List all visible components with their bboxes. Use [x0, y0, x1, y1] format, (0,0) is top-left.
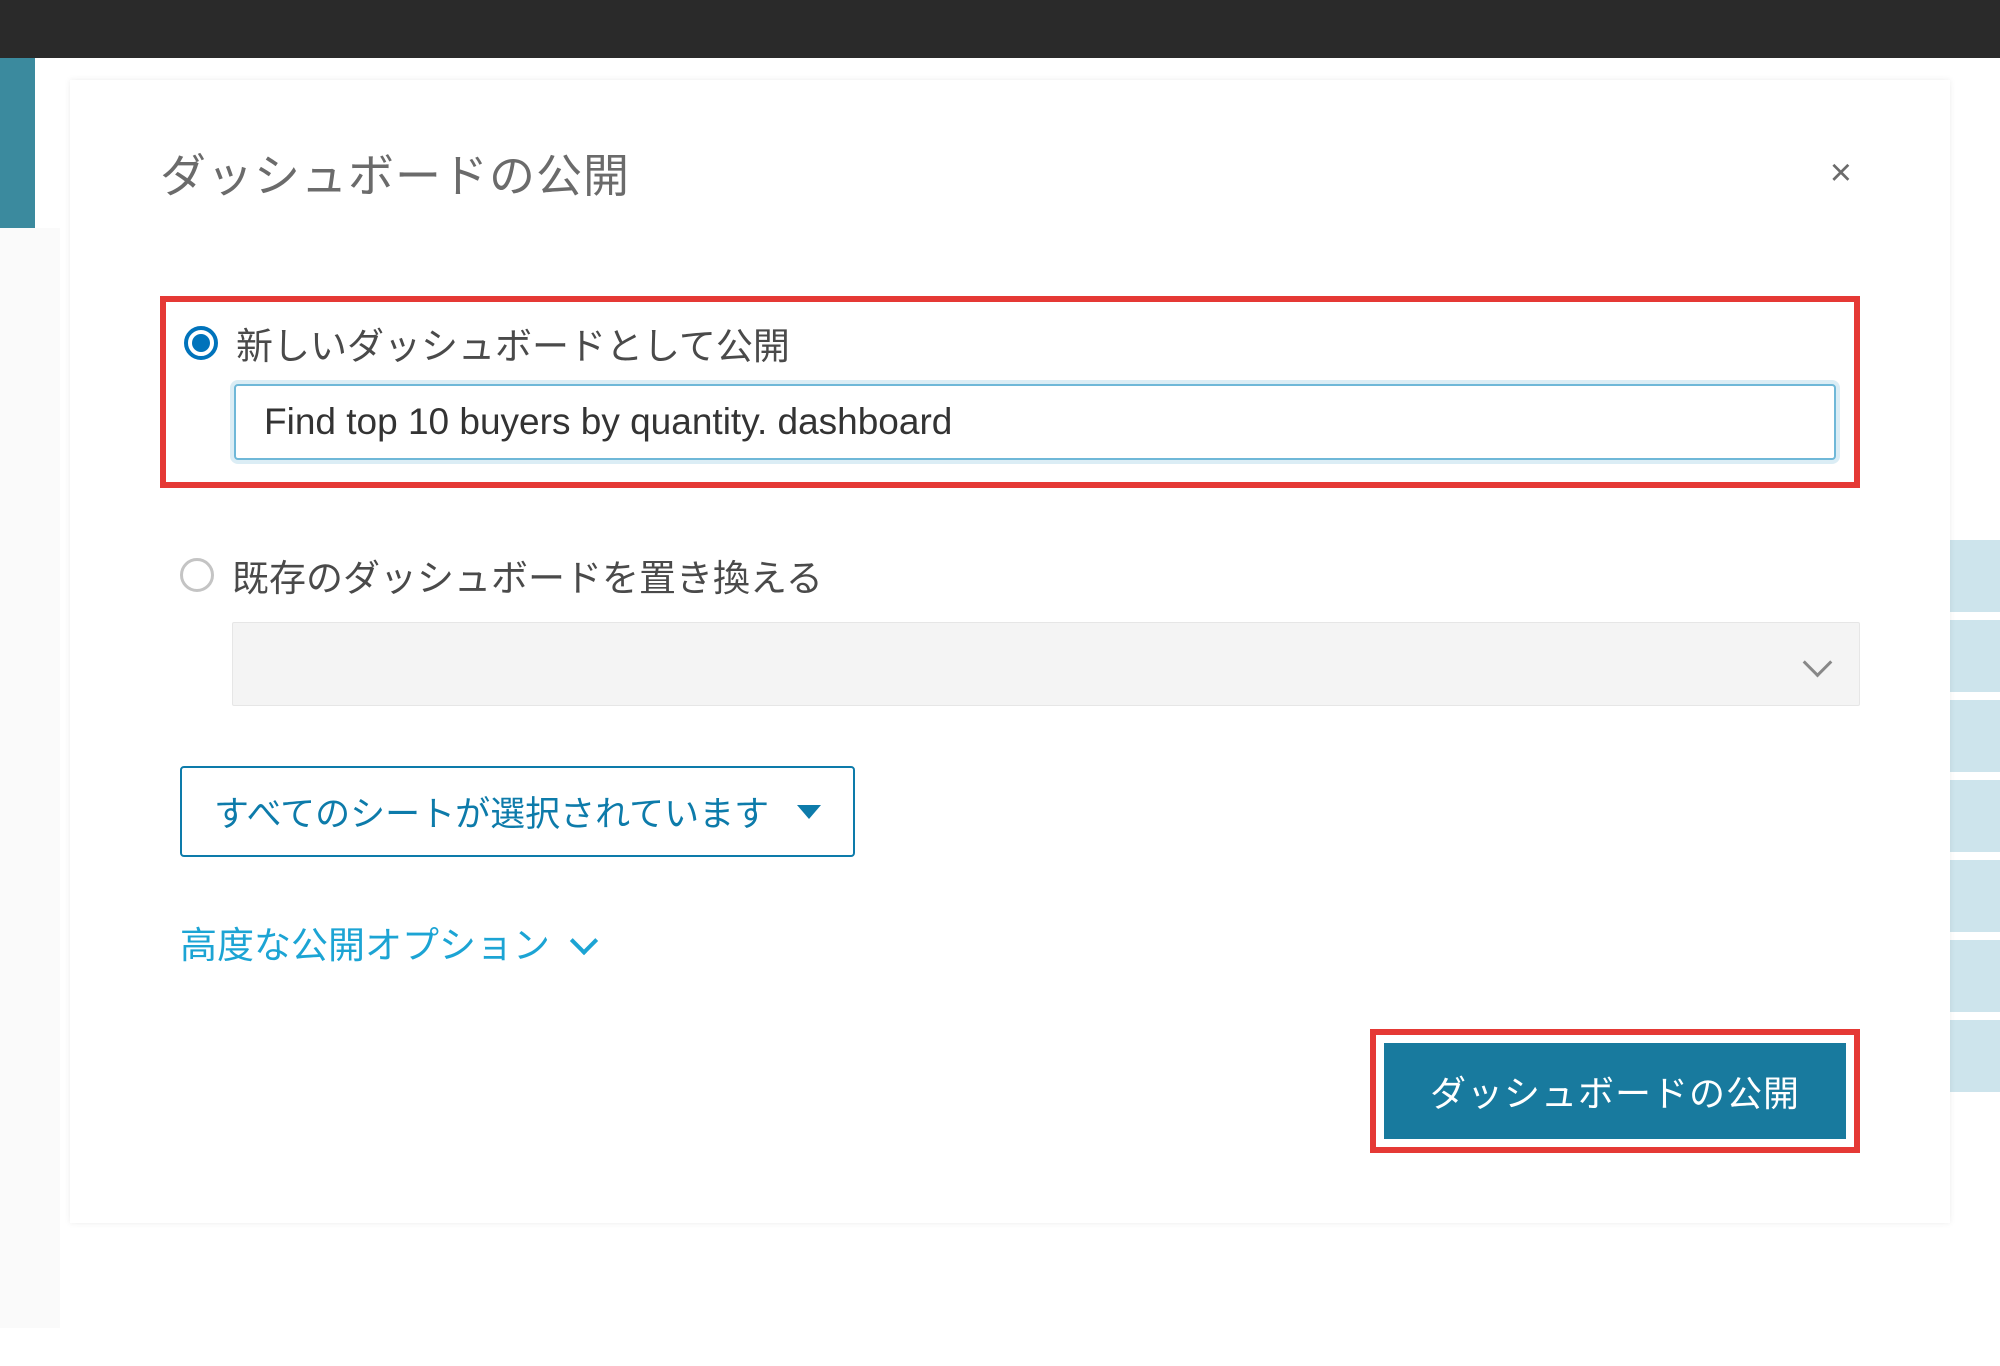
replace-dashboard-select[interactable] — [232, 622, 1860, 706]
modal-backdrop: ダッシュボードの公開 × 新しいダッシュボードとして公開 既存のダッシュボードを… — [0, 0, 2000, 1366]
close-icon[interactable]: × — [1822, 150, 1860, 196]
publish-dashboard-button[interactable]: ダッシュボードの公開 — [1384, 1043, 1846, 1139]
sheets-selection-dropdown[interactable]: すべてのシートが選択されています — [180, 766, 855, 857]
advanced-options-link[interactable]: 高度な公開オプション — [180, 915, 596, 969]
publish-button-highlight: ダッシュボードの公開 — [1370, 1029, 1860, 1153]
modal-footer: ダッシュボードの公開 — [160, 1029, 1860, 1153]
modal-header: ダッシュボードの公開 × — [160, 140, 1860, 206]
sheets-dropdown-label: すべてのシートが選択されています — [214, 786, 769, 837]
publish-new-radio-row[interactable]: 新しいダッシュボードとして公開 — [184, 316, 1836, 370]
modal-title: ダッシュボードの公開 — [160, 140, 630, 206]
publish-new-label: 新しいダッシュボードとして公開 — [236, 316, 790, 370]
replace-existing-section: 既存のダッシュボードを置き換える — [160, 548, 1860, 706]
replace-existing-radio-row[interactable]: 既存のダッシュボードを置き換える — [180, 548, 1860, 602]
publish-dashboard-modal: ダッシュボードの公開 × 新しいダッシュボードとして公開 既存のダッシュボードを… — [70, 80, 1950, 1223]
replace-existing-label: 既存のダッシュボードを置き換える — [232, 548, 823, 602]
publish-new-highlight: 新しいダッシュボードとして公開 — [160, 296, 1860, 488]
chevron-down-icon — [1803, 656, 1831, 672]
advanced-options-label: 高度な公開オプション — [180, 915, 550, 969]
triangle-down-icon — [797, 805, 821, 819]
dashboard-name-input[interactable] — [234, 384, 1836, 460]
chevron-down-icon — [572, 935, 596, 949]
radio-publish-new[interactable] — [184, 326, 218, 360]
radio-replace-existing[interactable] — [180, 558, 214, 592]
